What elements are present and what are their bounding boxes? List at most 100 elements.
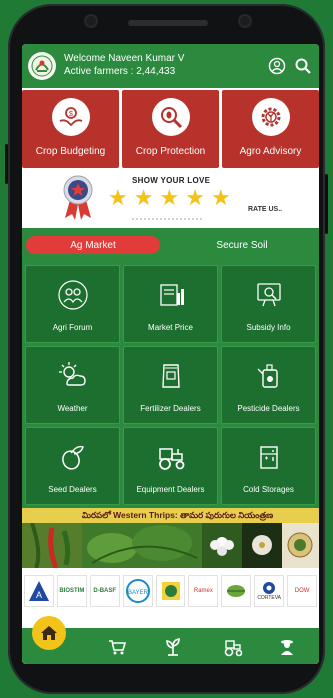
- product-pack-image: [282, 523, 319, 568]
- brand-logo[interactable]: [221, 575, 252, 607]
- tabs-bar: Ag Market Secure Soil: [22, 228, 319, 262]
- subsidy-info-tile[interactable]: Subsidy Info: [221, 265, 316, 343]
- grid-label: Fertilizer Dealers: [140, 403, 201, 413]
- pesticide-sprayer-icon: [251, 358, 287, 394]
- tab-ag-market[interactable]: Ag Market: [26, 236, 160, 254]
- price-chart-icon: [153, 277, 189, 313]
- brand-logo[interactable]: Ramex: [188, 575, 219, 607]
- seed-icon: [55, 439, 91, 475]
- cold-storages-tile[interactable]: Cold Storages: [221, 427, 316, 505]
- farmer-logo-icon: [31, 55, 53, 77]
- app-logo: [28, 52, 56, 80]
- grid-label: Market Price: [148, 322, 193, 332]
- seed-dealers-tile[interactable]: Seed Dealers: [25, 427, 120, 505]
- top-tiles: $ Crop Budgeting Crop Protection Agro Ad…: [22, 90, 319, 168]
- grid-label: Cold Storages: [243, 484, 294, 494]
- star-icon[interactable]: ★: [185, 187, 205, 209]
- tractor-icon: [224, 640, 243, 657]
- people-chat-icon: [55, 277, 91, 313]
- star-icon[interactable]: ★: [108, 187, 128, 209]
- rating-banner[interactable]: SHOW YOUR LOVE ★ ★ ★ ★ ★ RATE US..: [22, 170, 319, 226]
- white-flower-image: [202, 523, 242, 568]
- fertilizer-bag-icon: [153, 358, 189, 394]
- tile-label: Crop Protection: [135, 146, 206, 157]
- fertilizer-dealers-tile[interactable]: Fertilizer Dealers: [123, 346, 218, 424]
- brand-logo[interactable]: D-BASF: [89, 575, 120, 607]
- star-rating[interactable]: ★ ★ ★ ★ ★: [108, 187, 231, 209]
- tile-label: Crop Budgeting: [35, 146, 106, 157]
- app-header: Welcome Naveen Kumar V Active farmers : …: [22, 44, 319, 88]
- crop-protection-tile[interactable]: Crop Protection: [122, 90, 219, 168]
- brand-text: CORTEVA: [257, 595, 282, 601]
- brand-logo[interactable]: CORTEVA: [254, 575, 285, 607]
- brand-logo[interactable]: BIOSTIM: [56, 575, 87, 607]
- equipment-dealers-tile[interactable]: Equipment Dealers: [123, 427, 218, 505]
- magnifier-bug-icon: [151, 98, 190, 136]
- home-button[interactable]: [32, 616, 66, 650]
- farmer-nav-button[interactable]: [276, 636, 298, 658]
- front-camera: [86, 16, 96, 26]
- active-farmers-text: Active farmers : 2,44,433: [64, 66, 176, 77]
- weather-tile[interactable]: Weather: [25, 346, 120, 424]
- grid-label: Subsidy Info: [246, 322, 291, 332]
- power-button: [325, 174, 328, 234]
- promo-banner[interactable]: మిరపలో Western Thrips: తామర పురుగుల నియం…: [22, 508, 319, 568]
- volume-button: [5, 144, 8, 184]
- crop-budgeting-tile[interactable]: $ Crop Budgeting: [22, 90, 119, 168]
- gear-plant-icon: [251, 98, 290, 136]
- tile-label: Agro Advisory: [239, 146, 302, 157]
- home-icon: [41, 626, 57, 640]
- subsidy-monitor-icon: [251, 277, 287, 313]
- services-grid: Agri Forum Market Price Subsidy Info Wea…: [22, 262, 319, 508]
- dots-divider: [132, 218, 202, 223]
- pesticide-dealers-tile[interactable]: Pesticide Dealers: [221, 346, 316, 424]
- banner-title: మిరపలో Western Thrips: తామర పురుగుల నియం…: [22, 508, 319, 523]
- market-price-tile[interactable]: Market Price: [123, 265, 218, 343]
- star-icon[interactable]: ★: [211, 187, 231, 209]
- grid-label: Pesticide Dealers: [237, 403, 300, 413]
- brand-logo[interactable]: BAYER: [122, 575, 153, 607]
- cold-storage-icon: [251, 439, 287, 475]
- plant-nav-button[interactable]: [162, 636, 184, 658]
- welcome-text: Welcome Naveen Kumar V: [64, 53, 185, 64]
- sensor: [240, 16, 250, 26]
- profile-icon[interactable]: [267, 56, 287, 76]
- leaf-image: [82, 523, 202, 568]
- search-icon[interactable]: [293, 56, 313, 76]
- brand-leaf-icon: [227, 585, 246, 597]
- header-icons: [267, 56, 313, 76]
- cart-icon: [109, 640, 127, 655]
- grid-label: Agri Forum: [52, 322, 93, 332]
- rate-us-label[interactable]: RATE US..: [248, 206, 282, 213]
- brand-logo[interactable]: DOW: [287, 575, 318, 607]
- brand-text: BAYER: [128, 590, 149, 596]
- agri-forum-tile[interactable]: Agri Forum: [25, 265, 120, 343]
- brand-text: A: [36, 590, 42, 600]
- app-screen: Welcome Naveen Kumar V Active farmers : …: [22, 44, 319, 664]
- star-icon[interactable]: ★: [134, 187, 154, 209]
- award-medal-icon: [63, 175, 93, 220]
- bottom-nav: [22, 616, 319, 664]
- cart-nav-button[interactable]: [106, 636, 128, 658]
- rating-heading: SHOW YOUR LOVE: [132, 176, 211, 185]
- grid-label: Weather: [57, 403, 88, 413]
- brand-logo[interactable]: [155, 575, 186, 607]
- tractor-nav-button[interactable]: [222, 636, 244, 658]
- plant-icon: [166, 638, 180, 656]
- money-hands-icon: $: [51, 98, 90, 136]
- corteva-star-icon: [263, 582, 276, 594]
- grid-label: Seed Dealers: [48, 484, 97, 494]
- agro-advisory-tile[interactable]: Agro Advisory: [222, 90, 319, 168]
- chilli-plant-image: [22, 523, 82, 568]
- weather-sun-cloud-icon: [55, 358, 91, 394]
- grid-label: Equipment Dealers: [136, 484, 205, 494]
- bayer-cross-icon: BAYER: [125, 579, 150, 603]
- svg-text:$: $: [69, 111, 73, 118]
- welcome-block: Welcome Naveen Kumar V Active farmers : …: [64, 52, 184, 78]
- brand-a-icon: A: [28, 581, 49, 601]
- farmer-icon: [281, 640, 293, 655]
- brand-emblem-icon: [161, 582, 180, 600]
- star-icon[interactable]: ★: [159, 187, 179, 209]
- tab-secure-soil[interactable]: Secure Soil: [172, 236, 312, 254]
- brand-logo[interactable]: A: [24, 575, 54, 607]
